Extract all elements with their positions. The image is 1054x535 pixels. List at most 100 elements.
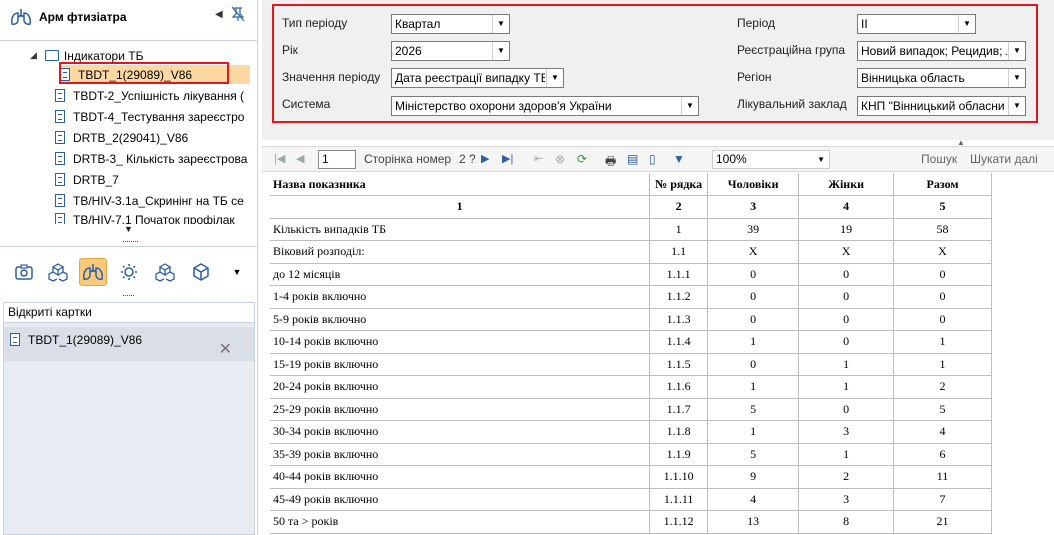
open-cards-header: Відкриті картки [3,302,255,322]
chevron-down-icon[interactable]: ▼ [492,42,509,60]
system-select[interactable]: Міністерство охорони здоров'я України ▼ [391,96,699,116]
prev-page-icon[interactable]: ◀ [296,152,304,165]
value-cell: 1 [893,330,992,354]
period-value-value: Дата реєстрації випадку ТБ [395,71,545,85]
tree-item-drtb-7[interactable]: DRTB_7 [55,170,255,189]
page-number-label: Сторінка номер [364,152,452,166]
reg-group-label: Реєстраційна група [737,43,846,57]
divider [0,40,258,41]
value-cell: 1 [798,353,895,376]
table-row: Кількість випадків ТБ 1 39 19 58 [270,218,992,241]
facility-select[interactable]: КНП "Вінницький обласни ▼ [857,96,1026,116]
value-cell: 1.1 [649,240,709,264]
page-number-input[interactable]: 1 [318,150,356,169]
chevron-down-icon[interactable]: ▼ [958,15,975,33]
lungs-icon [11,9,31,25]
cubes-icon [48,263,68,282]
chevron-down-icon[interactable]: ▼ [1008,97,1025,115]
value-cell: 1.1.11 [649,488,709,511]
tree-item-drtb-3[interactable]: DRTB-3_ Кількість зареєстрова [55,149,255,168]
last-page-icon[interactable]: ▶| [502,152,513,165]
report-viewer-toolbar: |◀ ◀ 1 Сторінка номер 2 ? ▶ ▶| ⇤ ⊗ ⟳ 🖶 ▤… [262,146,1054,172]
tree-item-label: TBDT-2_Успішність лікування ( [73,88,245,103]
phthisiatrician-module-button[interactable] [79,258,107,286]
zoom-select[interactable]: 100% ▼ [712,150,830,169]
document-icon [55,152,65,165]
report-table: Назва показника № рядка Чоловіки Жінки Р… [270,173,992,535]
close-icon[interactable]: ✕ [219,339,232,359]
period-value-select[interactable]: Дата реєстрації випадку ТБ ▼ [391,68,564,88]
tree-item-drtb-2[interactable]: DRTB_2(29041)_V86 [55,128,255,147]
export-icon[interactable]: ▼ [673,152,685,166]
chevron-down-icon[interactable]: ▼ [492,15,509,33]
period-select[interactable]: II ▼ [857,14,976,34]
splitter-grip[interactable]: ······ [122,290,135,300]
tree-item-tbhiv-3[interactable]: TB/HIV-3.1a_Скринінг на ТБ се [55,191,255,210]
next-page-icon[interactable]: ▶ [481,152,489,165]
back-icon[interactable]: ⇤ [534,152,543,165]
column-header: Жінки [798,173,895,196]
tree-item-tbhiv-7[interactable]: TB/HIV-7.1 Початок профілак [55,210,255,224]
cube-button[interactable] [187,258,215,286]
value-cell: 0 [707,285,800,309]
more-modules-button[interactable]: ▼ [223,258,251,286]
report-panel: Тип періоду Квартал ▼ Рік 2026 ▼ Значенн… [262,0,1054,535]
indicator-name-cell: 20-24 років включно [270,375,651,399]
value-cell: 1.1.6 [649,375,709,399]
search-button[interactable]: Пошук [921,152,957,166]
cubes-button[interactable] [44,258,72,286]
search-next-button[interactable]: Шукати далі [970,152,1038,166]
print-layout-icon[interactable]: ▤ [627,152,638,166]
value-cell: 1.1.8 [649,420,709,444]
open-card-item[interactable]: TBDT_1(29089)_V86 ✕ [4,327,254,361]
value-cell: X [798,240,895,264]
region-select[interactable]: Вінницька область ▼ [857,68,1026,88]
reg-group-select[interactable]: Новий випадок; Рецидив; Л ▼ [857,41,1026,61]
splitter-grip[interactable]: ········ [122,236,139,246]
year-label: Рік [282,43,298,57]
value-cell: 21 [893,510,992,534]
indicator-name-cell: 1-4 років включно [270,285,651,309]
bacteria-button[interactable] [115,258,143,286]
column-number: 5 [893,195,992,219]
value-cell: 1.1.10 [649,465,709,489]
module-toolbar: ▼ [0,250,258,294]
chevron-down-icon[interactable]: ▼ [681,97,698,115]
column-number: 3 [707,195,800,219]
page-setup-icon[interactable]: ▯ [649,152,656,166]
table-row: 20-24 років включно 1.1.6 1 1 2 [270,375,992,399]
period-label: Період [737,16,776,30]
chevron-down-icon[interactable]: ▼ [1008,42,1025,60]
lungs-icon [83,264,103,280]
collapse-left-icon[interactable]: ◀ [215,9,223,20]
year-select[interactable]: 2026 ▼ [391,41,510,61]
pin-icon[interactable] [231,6,245,22]
indicator-name-cell: 40-44 років включно [270,465,651,489]
period-type-select[interactable]: Квартал ▼ [391,14,510,34]
tree-item-tbdt-2[interactable]: TBDT-2_Успішність лікування ( [55,86,255,105]
column-number: 2 [649,195,709,219]
print-icon[interactable]: 🖶 [605,152,616,173]
chevron-down-icon[interactable]: ▼ [1008,69,1025,87]
value-cell: 0 [798,398,895,421]
scroll-down-icon[interactable]: ▼ [124,224,133,234]
expand-arrow-icon[interactable]: ◢ [30,50,37,61]
indicator-name-cell: Кількість випадків ТБ [270,218,651,241]
chevron-down-icon[interactable]: ▼ [546,69,563,87]
chevron-down-icon[interactable]: ▼ [817,151,825,168]
value-cell: 5 [893,398,992,421]
indicator-name-cell: 25-29 років включно [270,398,651,421]
tree-item-tbdt-4[interactable]: TBDT-4_Тестування зареєстро [55,107,255,126]
chevron-down-icon: ▼ [232,267,242,277]
value-cell: 1.1.2 [649,285,709,309]
refresh-icon[interactable]: ⟳ [577,152,587,166]
patient-card-button[interactable] [10,258,38,286]
stop-icon[interactable]: ⊗ [555,152,565,166]
table-row: 25-29 років включно 1.1.7 5 0 5 [270,398,992,421]
cubes-alt-button[interactable] [151,258,179,286]
indicator-name-cell: 5-9 років включно [270,308,651,331]
value-cell: 1.1.4 [649,330,709,354]
first-page-icon[interactable]: |◀ [274,152,285,165]
value-cell: 1.1.5 [649,353,709,376]
column-number-row: 1 2 3 4 5 [270,195,992,219]
